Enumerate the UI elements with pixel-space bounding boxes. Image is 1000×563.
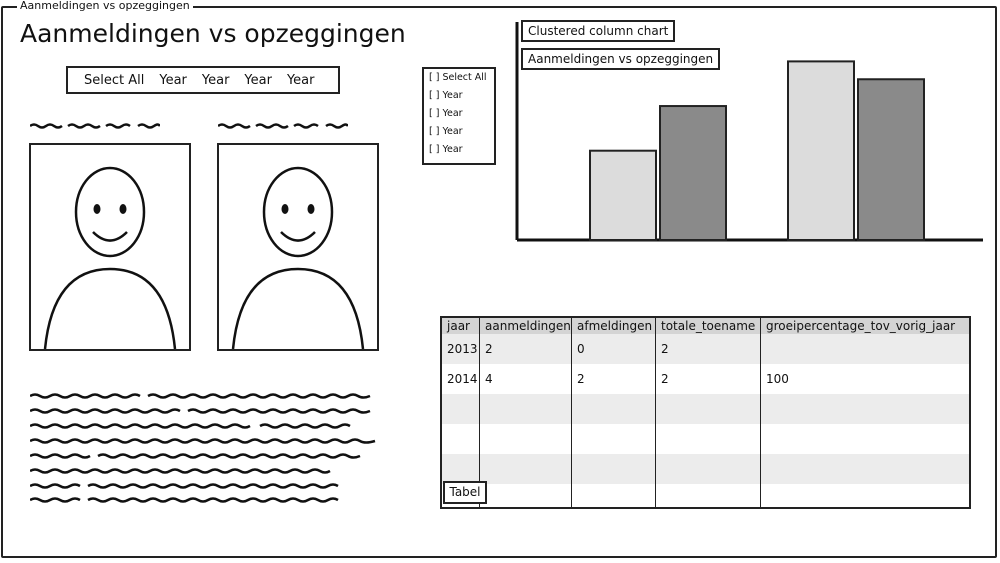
chart-bar-series1-group2 xyxy=(787,60,855,241)
table-row xyxy=(442,394,969,424)
photo-caption-scribble xyxy=(218,123,348,129)
column-header: aanmeldingen xyxy=(485,319,571,333)
tabel-button[interactable]: Tabel xyxy=(443,481,487,504)
table-row xyxy=(442,424,969,454)
year-checkbox-list: [ ] Select All [ ] Year [ ] Year [ ] Yea… xyxy=(422,67,496,165)
column-header: groeipercentage_tov_vorig_jaar xyxy=(766,319,956,333)
chart-bar-series2-group2 xyxy=(857,78,925,241)
checkbox-year-2[interactable]: [ ] Year xyxy=(429,108,463,119)
column-header: afmeldingen xyxy=(577,319,653,333)
table-row: 2013 2 0 2 xyxy=(442,334,969,364)
chart-bar-series2-group1 xyxy=(659,105,727,241)
table-cell: 0 xyxy=(577,342,585,356)
data-table: jaar aanmeldingen afmeldingen totale_toenam… xyxy=(440,316,971,509)
table-cell: 2 xyxy=(661,372,669,386)
checkbox-year-1[interactable]: [ ] Year xyxy=(429,90,463,101)
table-cell: 2 xyxy=(577,372,585,386)
column-divider xyxy=(655,318,656,507)
text-block-scribble xyxy=(29,392,380,504)
table-cell: 2014 xyxy=(447,372,478,386)
smiley-avatar-icon xyxy=(43,166,177,350)
tab-year-3[interactable]: Year xyxy=(244,73,272,88)
table-row xyxy=(442,454,969,484)
table-header: jaar aanmeldingen afmeldingen totale_toenam… xyxy=(442,318,969,334)
checkbox-select-all[interactable]: [ ] Select All xyxy=(429,72,487,83)
photo-placeholder xyxy=(29,143,191,351)
tab-year-2[interactable]: Year xyxy=(202,73,230,88)
window-title: Aanmeldingen vs opzeggingen xyxy=(17,0,193,13)
tab-year-4[interactable]: Year xyxy=(287,73,315,88)
page-title: Aanmeldingen vs opzeggingen xyxy=(20,19,406,48)
photo-caption-scribble xyxy=(30,123,160,129)
column-header: totale_toename xyxy=(661,319,756,333)
table-cell: 2 xyxy=(485,342,493,356)
smiley-avatar-icon xyxy=(231,166,365,350)
table-cell: 4 xyxy=(485,372,493,386)
table-cell: 100 xyxy=(766,372,789,386)
column-divider xyxy=(760,318,761,507)
checkbox-year-3[interactable]: [ ] Year xyxy=(429,126,463,137)
column-divider xyxy=(571,318,572,507)
chart-type-label: Clustered column chart xyxy=(521,20,676,42)
checkbox-year-4[interactable]: [ ] Year xyxy=(429,144,463,155)
column-header: jaar xyxy=(447,319,470,333)
tab-year-1[interactable]: Year xyxy=(159,73,187,88)
column-divider xyxy=(479,318,480,507)
tab-select-all[interactable]: Select All xyxy=(84,73,144,88)
table-cell: 2013 xyxy=(447,342,478,356)
chart-bar-series1-group1 xyxy=(589,149,657,241)
table-cell: 2 xyxy=(661,342,669,356)
chart-title-label: Aanmeldingen vs opzeggingen xyxy=(521,48,721,70)
year-tab-bar: Select All Year Year Year Year xyxy=(66,66,340,94)
table-row: 2014 4 2 2 100 xyxy=(442,364,969,394)
photo-placeholder xyxy=(217,143,379,351)
clustered-column-chart: Clustered column chart Aanmeldingen vs o… xyxy=(515,18,985,244)
